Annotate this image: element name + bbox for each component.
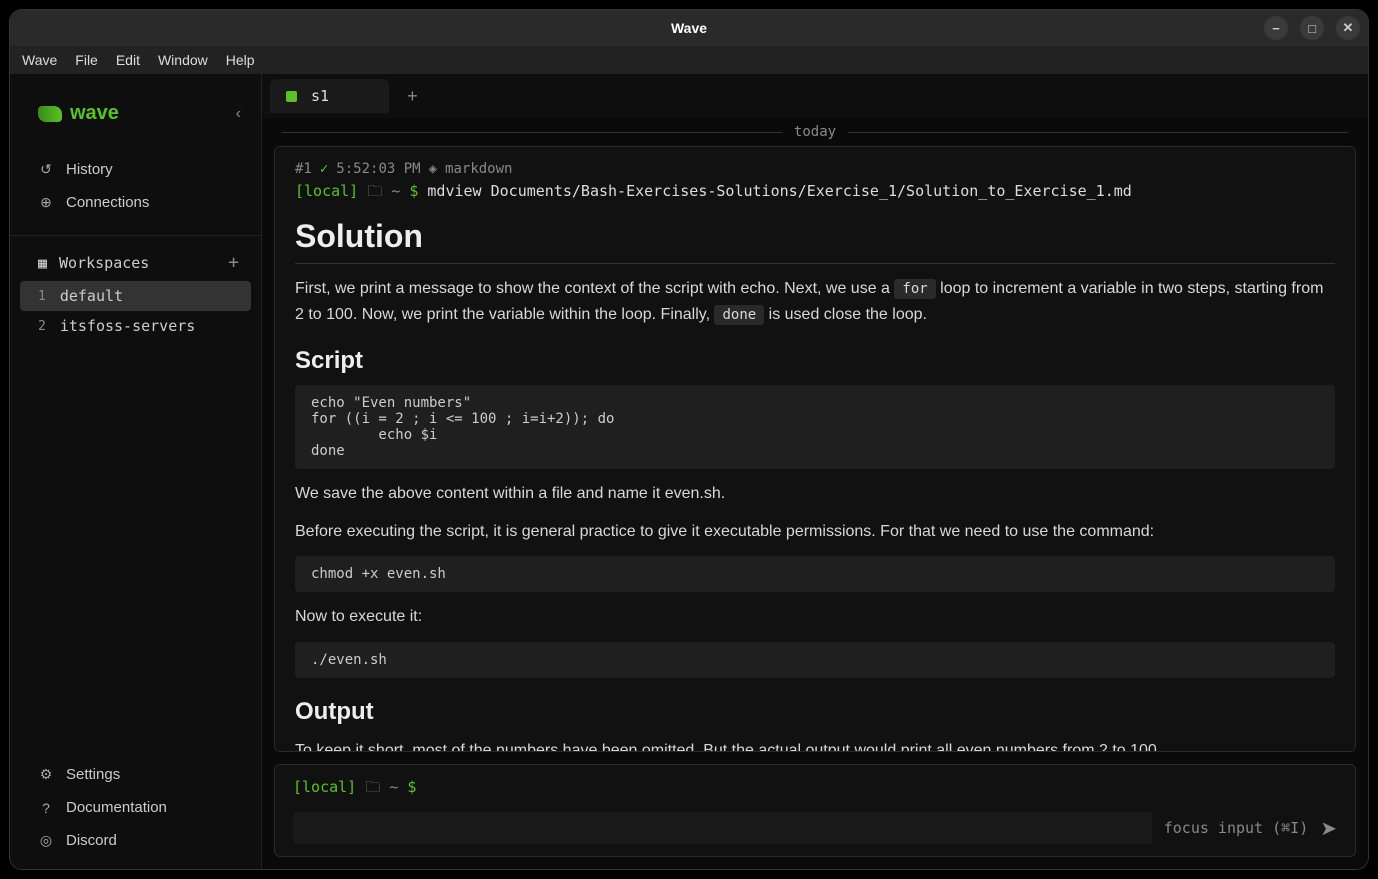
block-id: #1 bbox=[295, 161, 312, 177]
collapse-sidebar-button[interactable]: ‹ bbox=[236, 105, 241, 123]
close-button[interactable]: ✕ bbox=[1336, 16, 1360, 40]
workspace-number: 1 bbox=[38, 289, 46, 304]
command-line: [local] 🗀 ~ $ mdview Documents/Bash-Exer… bbox=[295, 181, 1335, 206]
menu-edit[interactable]: Edit bbox=[116, 52, 140, 68]
connections-label: Connections bbox=[66, 194, 149, 211]
workspace-number: 2 bbox=[38, 319, 46, 334]
documentation-label: Documentation bbox=[66, 799, 167, 816]
menu-file[interactable]: File bbox=[75, 52, 98, 68]
discord-label: Discord bbox=[66, 832, 117, 849]
code-block: chmod +x even.sh bbox=[295, 556, 1335, 592]
code-block: ./even.sh bbox=[295, 642, 1335, 678]
tab-s1[interactable]: s1 bbox=[270, 79, 389, 113]
prompt-symbol: $ bbox=[407, 778, 416, 796]
md-paragraph: We save the above content within a file … bbox=[295, 481, 1335, 507]
prompt-path: ~ bbox=[389, 778, 398, 796]
history-icon: ↺ bbox=[38, 161, 54, 178]
prompt-path: ~ bbox=[391, 182, 400, 200]
add-workspace-button[interactable]: + bbox=[228, 252, 239, 273]
app-window: Wave − □ ✕ Wave File Edit Window Help wa… bbox=[10, 10, 1368, 869]
divider-line bbox=[848, 132, 1348, 133]
logo-row: wave ‹ bbox=[10, 74, 261, 145]
workspace-name: itsfoss-servers bbox=[60, 317, 195, 335]
sidebar-item-connections[interactable]: ⊕ Connections bbox=[10, 186, 261, 219]
inline-code: done bbox=[714, 305, 764, 325]
window-controls: − □ ✕ bbox=[1264, 16, 1360, 40]
block-time: 5:52:03 PM bbox=[336, 161, 420, 177]
menu-wave[interactable]: Wave bbox=[22, 52, 57, 68]
md-heading-script: Script bbox=[295, 347, 1335, 375]
globe-icon: ⊕ bbox=[38, 194, 54, 211]
settings-label: Settings bbox=[66, 766, 120, 783]
logo-text: wave bbox=[70, 102, 119, 125]
output-block[interactable]: #1 ✓ 5:52:03 PM ◈ markdown [local] 🗀 ~ $… bbox=[274, 146, 1356, 752]
app-body: wave ‹ ↺ History ⊕ Connections ▦ Workspa bbox=[10, 74, 1368, 869]
help-icon: ? bbox=[38, 800, 54, 816]
command-text: mdview Documents/Bash-Exercises-Solution… bbox=[427, 182, 1131, 200]
md-paragraph: Before executing the script, it is gener… bbox=[295, 519, 1335, 545]
add-tab-button[interactable]: + bbox=[397, 86, 428, 107]
history-label: History bbox=[66, 161, 113, 178]
check-icon: ✓ bbox=[320, 161, 328, 177]
day-divider: today bbox=[262, 118, 1368, 146]
send-icon[interactable]: ➤ bbox=[1320, 816, 1337, 841]
workspaces-label: Workspaces bbox=[59, 254, 149, 272]
md-paragraph: To keep it short, most of the numbers ha… bbox=[295, 738, 1335, 752]
diamond-icon: ◈ bbox=[429, 161, 437, 177]
input-row: focus input (⌘I) ➤ bbox=[293, 812, 1337, 844]
sidebar-item-documentation[interactable]: ? Documentation bbox=[10, 791, 261, 824]
sidebar-item-settings[interactable]: ⚙ Settings bbox=[10, 758, 261, 791]
menu-window[interactable]: Window bbox=[158, 52, 208, 68]
prompt-local: [local] bbox=[293, 778, 356, 796]
discord-icon: ◎ bbox=[38, 832, 54, 849]
markdown-output: Solution First, we print a message to sh… bbox=[295, 218, 1335, 752]
sidebar-item-history[interactable]: ↺ History bbox=[10, 153, 261, 186]
day-label: today bbox=[794, 124, 836, 140]
md-heading-solution: Solution bbox=[295, 218, 1335, 264]
folder-icon: 🗀 bbox=[367, 182, 391, 200]
logo: wave bbox=[38, 102, 119, 125]
workspace-item-itsfoss[interactable]: 2 itsfoss-servers bbox=[10, 311, 261, 341]
window-title: Wave bbox=[671, 20, 707, 36]
md-heading-output: Output bbox=[295, 698, 1335, 726]
sidebar-bottom: ⚙ Settings ? Documentation ◎ Discord bbox=[10, 758, 261, 869]
divider bbox=[10, 235, 261, 236]
input-prompt: [local] 🗀 ~ $ bbox=[293, 777, 1337, 802]
sidebar-nav: ↺ History ⊕ Connections bbox=[10, 145, 261, 227]
command-meta: #1 ✓ 5:52:03 PM ◈ markdown bbox=[295, 161, 1335, 177]
tab-label: s1 bbox=[311, 87, 329, 105]
folder-icon: 🗀 bbox=[365, 778, 389, 796]
titlebar: Wave − □ ✕ bbox=[10, 10, 1368, 46]
menu-help[interactable]: Help bbox=[226, 52, 255, 68]
divider-line bbox=[282, 132, 782, 133]
minimize-button[interactable]: − bbox=[1264, 16, 1288, 40]
sidebar-item-discord[interactable]: ◎ Discord bbox=[10, 824, 261, 857]
grid-icon: ▦ bbox=[38, 254, 47, 272]
workspace-name: default bbox=[60, 287, 123, 305]
sidebar: wave ‹ ↺ History ⊕ Connections ▦ Workspa bbox=[10, 74, 262, 869]
gear-icon: ⚙ bbox=[38, 766, 54, 783]
block-mode: markdown bbox=[445, 161, 512, 177]
focus-hint: focus input (⌘I) bbox=[1164, 819, 1309, 837]
command-input-box: [local] 🗀 ~ $ focus input (⌘I) ➤ bbox=[274, 764, 1356, 857]
md-paragraph: First, we print a message to show the co… bbox=[295, 276, 1335, 327]
inline-code: for bbox=[894, 279, 935, 299]
wave-logo-icon bbox=[38, 106, 62, 122]
tabbar: s1 + bbox=[262, 74, 1368, 118]
prompt-local: [local] bbox=[295, 182, 358, 200]
command-input[interactable] bbox=[293, 812, 1152, 844]
menubar: Wave File Edit Window Help bbox=[10, 46, 1368, 74]
workspaces-header: ▦ Workspaces + bbox=[10, 244, 261, 281]
md-paragraph: Now to execute it: bbox=[295, 604, 1335, 630]
maximize-button[interactable]: □ bbox=[1300, 16, 1324, 40]
workspace-item-default[interactable]: 1 default bbox=[20, 281, 251, 311]
code-block: echo "Even numbers" for ((i = 2 ; i <= 1… bbox=[295, 385, 1335, 469]
tab-status-icon bbox=[286, 91, 297, 102]
prompt-symbol: $ bbox=[409, 182, 418, 200]
main-area: s1 + today #1 ✓ 5:52:03 PM ◈ markdown [l bbox=[262, 74, 1368, 869]
